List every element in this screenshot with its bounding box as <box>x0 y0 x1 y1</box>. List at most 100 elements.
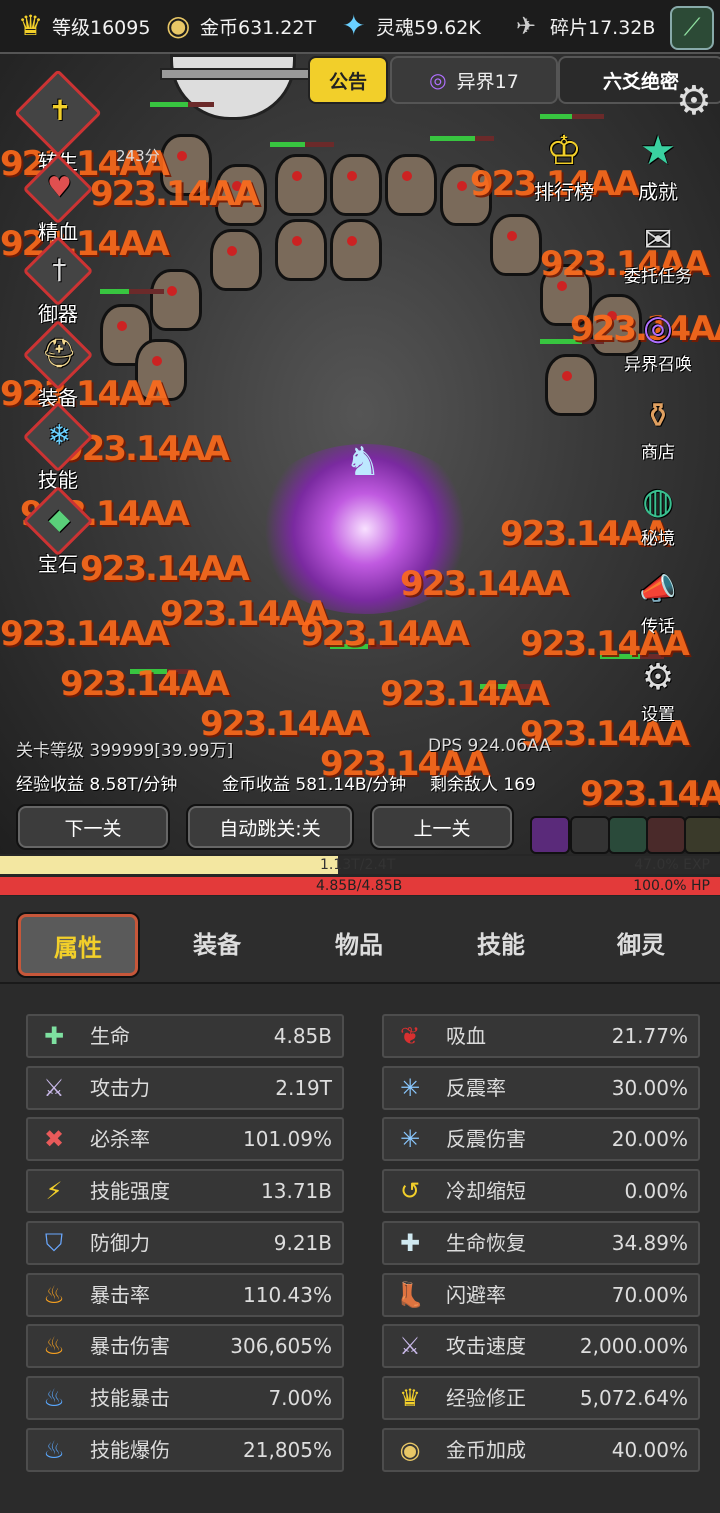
menu-equipment[interactable]: ⛑ 装备 <box>18 319 98 411</box>
meat-icon: ♥ <box>22 153 94 225</box>
blue-flame-icon: ♨ <box>43 1383 65 1412</box>
tab-equipment[interactable]: 装备 <box>164 914 270 970</box>
menu-secret-realm-label: 秘境 <box>641 529 675 549</box>
stat-row: ⚔ 攻击速度 2,000.00% <box>382 1324 700 1369</box>
damage-number: 923.14AA <box>400 564 570 604</box>
shard-resource: ✈ 碎片17.32B <box>516 10 655 42</box>
axe-handle <box>160 68 314 80</box>
stat-row: ⛉ 防御力 9.21B <box>26 1220 344 1265</box>
stat-label: 生命 <box>90 1024 130 1048</box>
menu-shop[interactable]: ⚱ 商店 <box>618 394 698 463</box>
stat-row: ✚ 生命恢复 34.89% <box>382 1220 700 1265</box>
enemy <box>545 354 597 416</box>
dps-value: DPS 924.06AA <box>428 736 551 756</box>
stat-label: 防御力 <box>90 1230 150 1255</box>
menu-settings[interactable]: ⚙ 设置 <box>618 656 698 725</box>
auto-skip-button[interactable]: 自动跳关:关 <box>186 804 354 850</box>
skill-slot[interactable] <box>570 816 610 854</box>
menu-skills[interactable]: ❄ 技能 <box>18 401 98 493</box>
menu-leaderboard[interactable]: ♔ 排行榜 <box>524 126 604 205</box>
stat-label: 反震率 <box>446 1075 506 1100</box>
menu-broadcast[interactable]: 📣 传话 <box>618 568 698 637</box>
kill-icon: ✖ <box>43 1125 65 1154</box>
prev-stage-button[interactable]: 上一关 <box>370 804 514 850</box>
gear-icon[interactable]: ⚙ <box>676 78 712 124</box>
stat-label: 必杀率 <box>90 1127 150 1152</box>
stat-row: ✳ 反震率 30.00% <box>382 1065 700 1110</box>
menu-weapon-spirit[interactable]: † 御器 <box>18 235 98 327</box>
exp-fill <box>0 856 339 874</box>
shard-value: 碎片17.32B <box>550 16 656 39</box>
crown-icon: ♛ <box>399 1383 421 1412</box>
menu-shop-label: 商店 <box>641 443 675 463</box>
enemy <box>330 154 382 216</box>
tab-attributes[interactable]: 属性 <box>18 914 138 976</box>
soul-icon: ✦ <box>342 9 366 42</box>
menu-secret-realm[interactable]: ◍ 秘境 <box>618 480 698 549</box>
coin-icon: ◉ <box>399 1435 421 1464</box>
skill-slot[interactable] <box>684 816 720 854</box>
realm-button[interactable]: ◎ 异界17 <box>390 56 558 104</box>
boot-icon: 👢 <box>395 1280 425 1309</box>
enemy-hp-bar <box>270 142 334 147</box>
stat-label: 吸血 <box>446 1024 486 1048</box>
menu-essence[interactable]: ♥ 精血 <box>18 153 98 245</box>
stage-level: 关卡等级 399999[39.99万] <box>16 741 234 761</box>
stat-label: 攻击力 <box>90 1075 150 1100</box>
stat-value: 21.77% <box>611 1024 688 1048</box>
stat-label: 闪避率 <box>446 1282 506 1307</box>
menu-leaderboard-label: 排行榜 <box>534 180 594 204</box>
stat-value: 101.09% <box>243 1127 332 1152</box>
enemies-left: 剩余敌人 169 <box>430 775 536 795</box>
sword-icon: ⚔ <box>43 1073 65 1102</box>
regen-icon: ✚ <box>399 1228 421 1257</box>
stat-value: 4.85B <box>273 1024 332 1048</box>
enemy <box>210 229 262 291</box>
stat-label: 冷却缩短 <box>446 1179 526 1204</box>
stat-value: 13.71B <box>261 1179 332 1204</box>
swords-icon: ⚔ <box>399 1332 421 1361</box>
claw-menu-button[interactable]: ⟋ <box>670 6 714 50</box>
damage-number: 923.14AA <box>80 549 250 589</box>
damage-number: 923.14AA <box>90 174 260 214</box>
lightning-icon: ⚡ <box>45 1177 63 1206</box>
menu-realm-summon[interactable]: ◎ 异界召唤 <box>610 306 706 375</box>
battle-field: ♞ 923.14AA 923.14AA 923.14AA 923.14AA 92… <box>0 54 720 854</box>
life-icon: ✚ <box>43 1022 65 1050</box>
ice-crystal-icon: ❄ <box>22 401 94 473</box>
stat-value: 70.00% <box>611 1282 688 1307</box>
enemy <box>330 219 382 281</box>
enemy <box>385 154 437 216</box>
stat-value: 21,805% <box>243 1437 332 1462</box>
skill-slot[interactable] <box>646 816 686 854</box>
coin-icon: ◉ <box>166 9 191 42</box>
notice-button[interactable]: 公告 <box>308 56 388 104</box>
tab-skills[interactable]: 技能 <box>448 914 554 970</box>
level-resource: ♛ 等级16095 <box>18 10 150 42</box>
enemy-hp-bar <box>540 114 604 119</box>
menu-gems[interactable]: ◆ 宝石 <box>18 485 98 577</box>
menu-achievements-label: 成就 <box>638 180 678 204</box>
prev-stage-label: 上一关 <box>413 817 471 840</box>
next-stage-label: 下一关 <box>64 817 122 840</box>
stat-label: 暴击率 <box>90 1282 150 1307</box>
stat-value: 7.00% <box>268 1385 332 1410</box>
skill-slot[interactable] <box>530 816 570 854</box>
tab-spirits[interactable]: 御灵 <box>588 914 694 970</box>
stat-label: 技能爆伤 <box>90 1437 170 1462</box>
damage-number: 923.14AA <box>0 614 170 654</box>
menu-commission-tasks[interactable]: ✉ 委托任务 <box>610 218 706 287</box>
gem-bag-icon: ◆ <box>22 485 94 557</box>
soul-value: 灵魂59.62K <box>376 16 481 39</box>
stat-value: 5,072.64% <box>579 1385 688 1410</box>
menu-achievements[interactable]: ★ 成就 <box>618 126 698 205</box>
skill-slot[interactable] <box>608 816 648 854</box>
hero-icon: ♞ <box>345 439 381 485</box>
stat-row: 👢 闪避率 70.00% <box>382 1272 700 1317</box>
next-stage-button[interactable]: 下一关 <box>16 804 170 850</box>
shield-icon: ⛉ <box>45 1228 63 1257</box>
tab-items[interactable]: 物品 <box>306 914 412 970</box>
stat-label: 技能暴击 <box>90 1385 170 1410</box>
portal-icon: ◍ <box>642 481 674 522</box>
exp-text: 1.13T/2.4T <box>320 857 396 873</box>
